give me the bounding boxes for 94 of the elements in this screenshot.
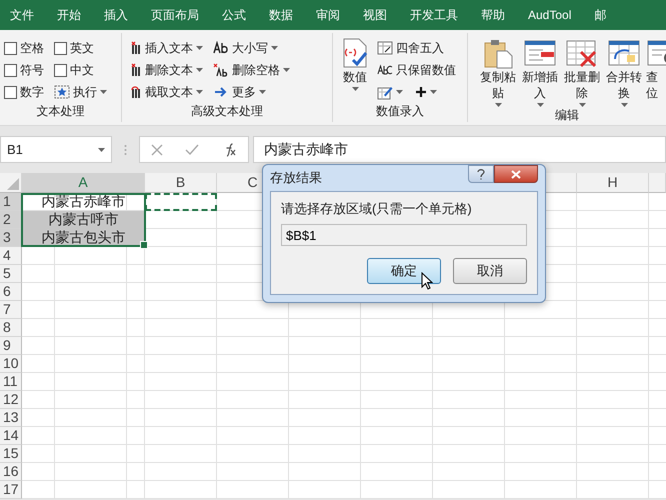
ok-button[interactable]: 确定 [367,258,441,284]
ribbon-large-button[interactable]: 新增插 入 [520,37,560,107]
caret-icon [578,103,586,107]
checkbox[interactable]: 数字 [4,81,44,103]
caret-icon [196,90,203,94]
ribbon-large-button[interactable]: 复制粘 贴 [478,37,518,107]
group-label: 文本处理 [36,103,86,120]
caret-icon [196,68,203,72]
menu-tab[interactable]: AudTool [528,8,572,22]
star-icon [54,85,70,99]
checkbox[interactable]: 英文 [54,37,107,59]
caret-icon [536,103,544,107]
row-header[interactable]: 1 [0,193,22,211]
ribbon-button[interactable]: 大小写 [213,37,290,59]
row-header[interactable]: 15 [0,445,22,463]
help-button[interactable] [468,165,494,183]
caret-icon [494,103,502,107]
row-header[interactable]: 16 [0,463,22,481]
row-header[interactable]: 6 [0,283,22,301]
menu-tab[interactable]: 公式 [222,6,246,24]
rounding-icon [377,41,393,55]
row-header[interactable]: 9 [0,337,22,355]
cancel-button[interactable]: 取消 [453,258,527,284]
table-cell: 内蒙古呼市 [22,211,145,229]
formula-field[interactable]: 内蒙古赤峰市 [253,136,666,163]
menu-tab[interactable]: 审阅 [316,6,340,24]
menu-tab[interactable]: 数据 [269,6,293,24]
ribbon-large-button[interactable]: 数值 [337,37,373,103]
checkbox[interactable]: 中文 [54,59,107,81]
help-icon [477,168,485,180]
row-header[interactable]: 5 [0,265,22,283]
ribbon-button[interactable]: 执行 [54,81,107,103]
close-button[interactable] [494,165,538,183]
row-header[interactable]: 13 [0,409,22,427]
group-label: 数值录入 [375,103,425,120]
prompt-text: 请选择存放区域(只需一个单元格) [281,200,473,218]
caret-icon [100,90,107,94]
row-header[interactable]: 4 [0,247,22,265]
case-icon [213,41,229,55]
row-header[interactable]: 11 [0,373,22,391]
column-header[interactable]: B [145,173,217,193]
row-header[interactable]: 3 [0,229,22,247]
abc-icon [377,63,393,77]
group-label: 编辑 [554,107,580,124]
caret-icon [259,90,266,94]
close-icon [511,170,521,178]
ribbon-button[interactable]: 删除文本 [126,59,203,81]
column-header[interactable]: A [22,173,145,193]
caret-icon [271,46,278,50]
row-header[interactable]: 8 [0,319,22,337]
menu-tab[interactable]: 邮 [594,6,606,24]
row-header[interactable]: 17 [0,481,22,499]
ribbon-button[interactable]: 删除空格 [213,59,290,81]
checkbox[interactable]: 空格 [4,37,44,59]
row-header[interactable]: 14 [0,427,22,445]
caret-icon [283,68,290,72]
cursor-icon [421,272,433,290]
check-icon[interactable] [185,144,199,156]
menu-tab[interactable]: 插入 [104,6,128,24]
plus-icon [415,86,427,98]
ribbon-large-button[interactable]: 批量删 除 [562,37,602,107]
pencil-table-icon [377,84,393,100]
caret-icon [620,103,628,107]
ribbon-button[interactable]: 更多 [213,81,290,103]
ribbon-button[interactable]: 截取文本 [126,81,203,103]
menu-tab[interactable]: 开发工具 [410,6,458,24]
menu-tab[interactable]: 开始 [57,6,81,24]
ribbon-large-button[interactable]: 查 位 [646,37,666,107]
caret-icon [396,90,403,94]
input-field[interactable]: $B$1 [281,224,527,246]
group-label: 高级文本处理 [190,103,264,120]
caret-icon [352,87,358,91]
checkbox[interactable]: 符号 [4,59,44,81]
row-header[interactable]: 10 [0,355,22,373]
menu-tab[interactable]: 文件 [10,6,34,24]
menu-tab[interactable]: 帮助 [481,6,505,24]
ribbon-large-button[interactable]: 合并转 换 [604,37,644,107]
caret-icon [98,148,105,152]
name-box[interactable]: B1 [0,136,112,163]
ribbon-button[interactable]: 四舍五入 [377,37,456,59]
menu-tab[interactable]: 视图 [363,6,387,24]
ribbon-button[interactable]: 只保留数值 [377,59,456,81]
arrow-icon [213,85,229,99]
grip-icon [124,144,127,156]
menu-tab[interactable]: 页面布局 [151,6,199,24]
column-header[interactable]: H [577,173,649,193]
caret-icon [430,90,437,94]
row-header[interactable]: 12 [0,391,22,409]
row-header[interactable]: 7 [0,301,22,319]
row-header[interactable]: 2 [0,211,22,229]
caret-icon [196,46,203,50]
delete-space-icon [213,63,229,77]
ribbon-button[interactable]: 插入文本 [126,37,203,59]
table-cell-text: 内蒙古赤峰市 [40,193,126,211]
